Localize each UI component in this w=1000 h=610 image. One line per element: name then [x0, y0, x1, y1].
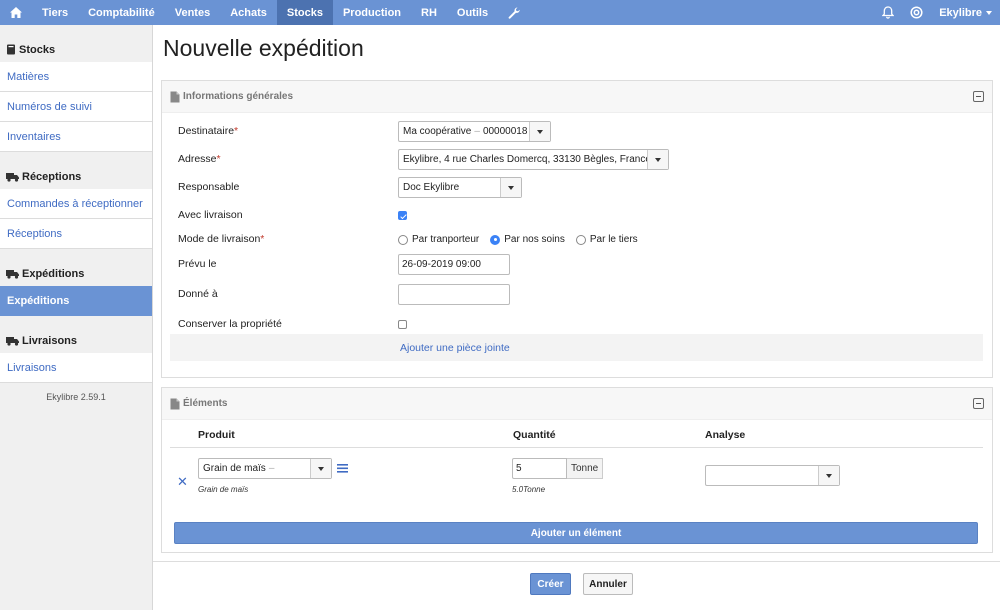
sidebar-group-stocks: Stocks Matières Numéros de suivi Inventa…	[0, 37, 152, 152]
truck-icon	[6, 336, 19, 346]
with-delivery-checkbox[interactable]	[398, 211, 407, 220]
sidebar-heading-receptions: Réceptions	[0, 164, 152, 189]
delivery-mode-radio-group: Par tranporteur Par nos soins Par le tie…	[398, 234, 649, 245]
planned-at-label: Prévu le	[178, 258, 217, 270]
general-info-panel: Informations générales Destinataire * Ma …	[161, 80, 993, 378]
given-at-label: Donné à	[178, 288, 218, 300]
unit-label: Tonne	[567, 458, 604, 479]
chevron-down-icon	[500, 178, 521, 197]
add-element-button[interactable]: Ajouter un élément	[174, 522, 978, 544]
sidebar-heading-livraisons: Livraisons	[0, 328, 152, 353]
quantity-note: 5.0Tonne	[512, 485, 546, 494]
document-icon	[170, 91, 180, 103]
sidebar-heading-expeditions: Expéditions	[0, 261, 152, 286]
sidebar-item-commandes-a-receptionner[interactable]: Commandes à réceptionner	[0, 189, 152, 219]
create-button[interactable]: Créer	[530, 573, 571, 595]
sidebar-group-livraisons: Livraisons Livraisons	[0, 328, 152, 383]
delivery-mode-us[interactable]: Par nos soins	[490, 234, 565, 245]
quantity-input[interactable]: 5	[512, 458, 567, 479]
column-product: Produit	[198, 429, 235, 441]
user-name: Ekylibre	[939, 6, 982, 19]
nav-rh[interactable]: RH	[411, 0, 447, 25]
home-button[interactable]	[0, 0, 32, 25]
remove-row-icon[interactable]: ✕	[177, 474, 188, 490]
nav-achats[interactable]: Achats	[220, 0, 277, 25]
chevron-down-icon	[818, 466, 839, 485]
sidebar-item-numeros-de-suivi[interactable]: Numéros de suivi	[0, 92, 152, 122]
responsible-select[interactable]: Doc Ekylibre	[398, 177, 522, 198]
add-attachment-link[interactable]: Ajouter une pièce jointe	[170, 334, 983, 361]
sidebar-group-expeditions: Expéditions Expéditions	[0, 261, 152, 316]
notifications-button[interactable]	[874, 0, 902, 25]
truck-icon	[6, 269, 19, 279]
collapse-button[interactable]	[973, 91, 984, 102]
nav-stocks[interactable]: Stocks	[276, 0, 333, 25]
sidebar-group-receptions: Réceptions Commandes à réceptionner Réce…	[0, 164, 152, 249]
delivery-mode-carrier[interactable]: Par tranporteur	[398, 234, 479, 245]
nav-tiers[interactable]: Tiers	[32, 0, 78, 25]
main-content: Nouvelle expédition Informations général…	[153, 25, 1000, 610]
delivery-mode-third-party[interactable]: Par le tiers	[575, 234, 638, 245]
panel-title: Éléments	[183, 398, 228, 409]
sidebar-item-livraisons[interactable]: Livraisons	[0, 353, 152, 383]
help-button[interactable]	[902, 0, 931, 25]
globe-icon	[910, 6, 923, 19]
panel-header: Informations générales	[162, 81, 992, 113]
given-at-input[interactable]	[398, 284, 510, 305]
recipient-select[interactable]: Ma coopérative –00000018	[398, 121, 551, 142]
sidebar-item-matieres[interactable]: Matières	[0, 62, 152, 92]
sidebar-item-expeditions[interactable]: Expéditions	[0, 286, 152, 316]
panel-title: Informations générales	[183, 91, 294, 102]
column-analysis: Analyse	[705, 429, 746, 441]
keep-ownership-checkbox[interactable]	[398, 320, 407, 329]
nav-comptabilite[interactable]: Comptabilité	[78, 0, 165, 25]
sidebar-item-inventaires[interactable]: Inventaires	[0, 122, 152, 152]
panel-header: Éléments	[162, 388, 992, 420]
book-icon	[6, 44, 16, 55]
home-icon	[10, 7, 22, 18]
sidebar-heading-stocks: Stocks	[0, 37, 152, 62]
product-note: Grain de maïs	[198, 485, 249, 494]
list-icon[interactable]	[337, 464, 348, 476]
responsible-label: Responsable	[178, 181, 240, 193]
chevron-down-icon	[986, 10, 992, 15]
with-delivery-label: Avec livraison	[178, 209, 243, 221]
nav-outils[interactable]: Outils	[447, 0, 498, 25]
page-title: Nouvelle expédition	[163, 35, 364, 61]
elements-panel: Éléments Produit Quantité Analyse ✕ Grai…	[161, 387, 993, 553]
address-select[interactable]: Ekylibre, 4 rue Charles Domercq, 33130 B…	[398, 149, 669, 170]
truck-icon	[6, 172, 19, 182]
form-actions: Créer Annuler	[153, 561, 1000, 610]
column-quantity: Quantité	[513, 429, 556, 441]
chevron-down-icon	[647, 150, 668, 169]
delivery-mode-label: Mode de livraison *	[178, 233, 265, 245]
settings-button[interactable]	[498, 0, 530, 25]
recipient-label: Destinataire *	[178, 125, 239, 137]
analysis-select[interactable]	[705, 465, 840, 486]
document-icon	[170, 398, 180, 410]
planned-at-input[interactable]: 26-09-2019 09:00	[398, 254, 510, 275]
nav-ventes[interactable]: Ventes	[165, 0, 220, 25]
chevron-down-icon	[529, 122, 550, 141]
bell-icon	[882, 6, 895, 19]
version-label: Ekylibre 2.59.1	[46, 392, 106, 402]
address-label: Adresse *	[178, 153, 221, 165]
nav-production[interactable]: Production	[333, 0, 411, 25]
chevron-down-icon	[310, 459, 331, 478]
sidebar: Stocks Matières Numéros de suivi Inventa…	[0, 25, 153, 610]
cancel-button[interactable]: Annuler	[583, 573, 633, 595]
wrench-icon	[508, 6, 520, 19]
top-navbar: Tiers Comptabilité Ventes Achats Stocks …	[0, 0, 1000, 25]
sidebar-item-receptions[interactable]: Réceptions	[0, 219, 152, 249]
product-select[interactable]: Grain de maïs –	[198, 458, 332, 479]
keep-ownership-label: Conserver la propriété	[178, 318, 282, 330]
quantity-group: 5 Tonne	[512, 458, 604, 479]
user-menu[interactable]: Ekylibre	[931, 0, 1000, 25]
collapse-button[interactable]	[973, 398, 984, 409]
elements-table-header: Produit Quantité Analyse	[170, 425, 983, 448]
